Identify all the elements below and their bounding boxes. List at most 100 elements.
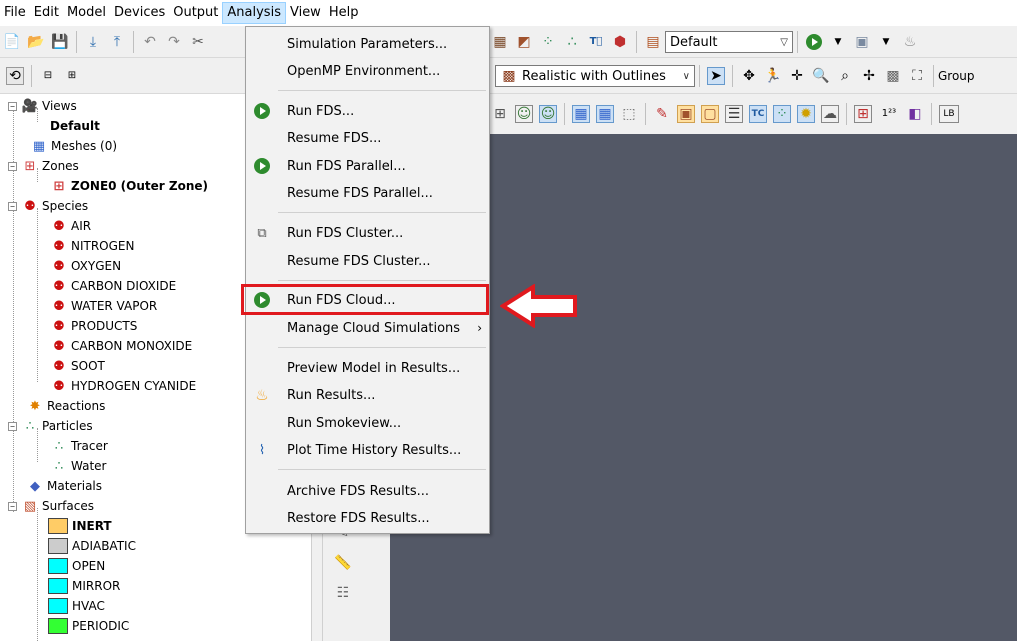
tree-node-species-item[interactable]: ⚉ WATER VAPOR — [50, 296, 157, 316]
menu-item-plot-time-history[interactable]: ⌇ Plot Time History Results... — [247, 437, 488, 463]
tree-node-surface-item[interactable]: MIRROR — [48, 576, 120, 596]
fit-view-icon[interactable]: ⛶ — [908, 67, 926, 85]
label-lb-icon[interactable]: LB — [939, 105, 959, 123]
menu-item-run-results[interactable]: ♨ Run Results... — [247, 382, 488, 408]
group-icon[interactable]: ▤ — [644, 33, 662, 51]
tree-node-species-item[interactable]: ⚉ SOOT — [50, 356, 105, 376]
zoom-box-icon[interactable]: ⌕ — [836, 67, 854, 85]
menu-item-run-fds-cluster[interactable]: ⧉ Run FDS Cluster... — [247, 220, 488, 246]
book-icon[interactable]: ◧ — [906, 105, 924, 123]
tree-node-surface-item[interactable]: PERIODIC — [48, 616, 129, 636]
tree-node-surface-item[interactable]: HVAC — [48, 596, 105, 616]
mesh-wire-icon[interactable]: ▦ — [596, 105, 614, 123]
save-icon[interactable]: 💾 — [51, 33, 69, 51]
menu-item-restore-fds-results[interactable]: Restore FDS Results... — [247, 505, 488, 531]
menu-analysis[interactable]: Analysis — [222, 2, 286, 24]
menu-item-simulation-parameters[interactable]: Simulation Parameters... — [247, 31, 488, 57]
run-dropdown-icon[interactable]: ▼ — [829, 33, 847, 51]
pan-icon[interactable]: ✛ — [788, 67, 806, 85]
wall-icon[interactable]: ⊞ — [491, 105, 509, 123]
menu-view[interactable]: View — [286, 2, 325, 24]
ruler-icon[interactable]: 📏 — [334, 554, 352, 572]
expand-all-icon[interactable]: ⊞ — [63, 67, 81, 85]
pencil-icon[interactable]: ✎ — [653, 105, 671, 123]
tree-node-views[interactable]: − 🎥 Views — [8, 96, 77, 116]
obstruction-toggle-icon[interactable]: ▣ — [677, 105, 695, 123]
tree-node-zones[interactable]: − ⊞ Zones — [8, 156, 79, 176]
tree-node-species-item[interactable]: ⚉ CARBON MONOXIDE — [50, 336, 192, 356]
tree-node-surface-item[interactable]: INERT — [48, 516, 112, 536]
collapse-all-icon[interactable]: ⊟ — [39, 67, 57, 85]
tree-node-species-item[interactable]: ⚉ AIR — [50, 216, 91, 236]
run-icon[interactable] — [805, 33, 823, 51]
tree-node-species-item[interactable]: ⚉ NITROGEN — [50, 236, 134, 256]
particles-toggle-icon[interactable]: ⁘ — [773, 105, 791, 123]
navigation-icon[interactable]: ⟲ — [6, 66, 24, 85]
collapse-icon[interactable]: − — [8, 421, 17, 431]
export-icon[interactable]: ⤒ — [108, 33, 126, 51]
menu-devices[interactable]: Devices — [110, 2, 169, 24]
tree-node-particle-item[interactable]: ∴ Tracer — [50, 436, 108, 456]
redo-icon[interactable]: ↷ — [165, 33, 183, 51]
menu-item-run-smokeview[interactable]: Run Smokeview... — [247, 410, 488, 436]
tree-node-zone0[interactable]: ⊞ ZONE0 (Outer Zone) — [50, 176, 208, 196]
tree-node-view-default[interactable]: Default — [50, 116, 100, 136]
tree-node-species-item[interactable]: ⚉ HYDROGEN CYANIDE — [50, 376, 196, 396]
menu-item-archive-fds-results[interactable]: Archive FDS Results... — [247, 478, 488, 504]
collapse-icon[interactable]: − — [8, 501, 17, 511]
smokeview-flame-icon[interactable]: ♨ — [901, 33, 919, 51]
smoke-toggle-icon[interactable]: ☁ — [821, 105, 839, 123]
menu-item-run-fds-parallel[interactable]: Run FDS Parallel... — [247, 153, 488, 179]
new-file-icon[interactable]: 📄 — [3, 33, 21, 51]
menu-item-run-fds[interactable]: Run FDS... — [247, 98, 488, 124]
select-pointer-icon[interactable]: ➤ — [707, 67, 725, 85]
undo-icon[interactable]: ↶ — [141, 33, 159, 51]
walk-icon[interactable]: 🏃 — [764, 67, 782, 85]
tree-node-materials[interactable]: ◆ Materials — [26, 476, 102, 496]
tree-node-species-item[interactable]: ⚉ PRODUCTS — [50, 316, 137, 336]
thermocouple-icon[interactable]: T⃞ — [587, 33, 605, 51]
zoom-icon[interactable]: 🔍 — [812, 67, 830, 85]
results-icon[interactable]: ▣ — [853, 33, 871, 51]
menu-model[interactable]: Model — [63, 2, 110, 24]
menu-item-manage-cloud-simulations[interactable]: Manage Cloud Simulations › — [247, 315, 488, 341]
collapse-icon[interactable]: − — [8, 201, 17, 211]
tree-node-surface-item[interactable]: ADIABATIC — [48, 536, 136, 556]
menu-output[interactable]: Output — [169, 2, 222, 24]
align-icon[interactable]: ☷ — [334, 584, 352, 602]
list-icon[interactable]: ☰ — [725, 105, 743, 123]
zone-toggle-icon[interactable]: ⊞ — [854, 105, 872, 123]
tree-node-meshes[interactable]: ▦ Meshes (0) — [30, 136, 117, 156]
grid-icon[interactable]: ▩ — [884, 67, 902, 85]
view-combo[interactable]: Default ▽ — [665, 31, 793, 53]
tree-node-species-item[interactable]: ⚉ CARBON DIOXIDE — [50, 276, 176, 296]
import-icon[interactable]: ⤓ — [84, 33, 102, 51]
open-folder-icon[interactable]: 📂 — [27, 33, 45, 51]
menu-item-resume-fds[interactable]: Resume FDS... — [247, 125, 488, 151]
tree-node-particle-item[interactable]: ∴ Water — [50, 456, 107, 476]
obstruction-icon[interactable]: ▦ — [491, 33, 509, 51]
results-dropdown-icon[interactable]: ▼ — [877, 33, 895, 51]
collapse-icon[interactable]: − — [8, 161, 17, 171]
collapse-icon[interactable]: − — [8, 101, 17, 111]
orbit-icon[interactable]: ✥ — [740, 67, 758, 85]
menu-item-resume-fds-parallel[interactable]: Resume FDS Parallel... — [247, 180, 488, 206]
vent-toggle-icon[interactable]: ▢ — [701, 105, 719, 123]
tree-node-species[interactable]: − ⚉ Species — [8, 196, 88, 216]
vent-icon[interactable]: ◩ — [515, 33, 533, 51]
mesh-icon[interactable]: ▦ — [572, 105, 590, 123]
menu-item-resume-fds-cluster[interactable]: Resume FDS Cluster... — [247, 248, 488, 274]
person-selected-icon[interactable]: ☺ — [539, 105, 557, 123]
cut-icon[interactable]: ✂ — [189, 33, 207, 51]
menu-item-preview-model-in-results[interactable]: Preview Model in Results... — [247, 355, 488, 381]
tree-node-species-item[interactable]: ⚉ OXYGEN — [50, 256, 121, 276]
fire-toggle-icon[interactable]: ✹ — [797, 105, 815, 123]
tree-node-reactions[interactable]: ✸ Reactions — [26, 396, 106, 416]
box-outline-icon[interactable]: ⬚ — [620, 105, 638, 123]
tracer-icon[interactable]: ∴ — [563, 33, 581, 51]
menu-file[interactable]: File — [0, 2, 30, 24]
menu-help[interactable]: Help — [325, 2, 363, 24]
label-superscript-icon[interactable]: 1²³ — [878, 105, 900, 123]
species-icon[interactable]: ⬢ — [611, 33, 629, 51]
particles-icon[interactable]: ⁘ — [539, 33, 557, 51]
